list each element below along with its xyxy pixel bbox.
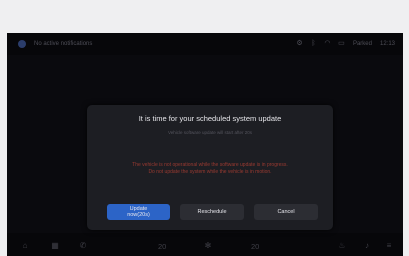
update-now-label-line-2: now(20s): [127, 212, 150, 218]
warning-line-2: Do not update the system while the vehic…: [148, 169, 272, 175]
warning-line-1: The vehicle is not operational while the…: [132, 162, 288, 168]
dialog-warning: The vehicle is not operational while the…: [87, 162, 333, 176]
wifi-icon[interactable]: ◠: [324, 40, 331, 47]
vehicle-display: No active notifications ⚙ ᛒ ◠ ▭ Parked 1…: [7, 33, 403, 256]
cancel-button[interactable]: Cancel: [254, 204, 318, 220]
update-dialog: It is time for your scheduled system upd…: [87, 105, 333, 230]
fan-icon[interactable]: ✻: [204, 242, 212, 250]
phone-icon[interactable]: ✆: [79, 242, 87, 250]
dialog-title: It is time for your scheduled system upd…: [138, 114, 282, 123]
status-bar: No active notifications ⚙ ᛒ ◠ ▭ Parked 1…: [7, 33, 403, 55]
update-now-button[interactable]: Update now(20s): [107, 204, 170, 220]
home-icon[interactable]: ⌂: [21, 242, 29, 250]
driver-temperature[interactable]: 20: [158, 242, 166, 251]
bottom-dock: ⌂ ▦ ✆ 20 ✻ 20 ♨ ♪ ≡: [7, 237, 403, 256]
volume-icon[interactable]: ♪: [363, 242, 371, 250]
status-icons: ⚙ ᛒ ◠ ▭: [296, 40, 345, 47]
modal-backdrop: It is time for your scheduled system upd…: [7, 55, 403, 233]
dialog-subtitle: Vehicle software update will start after…: [167, 130, 253, 135]
bluetooth-icon[interactable]: ᛒ: [310, 40, 317, 47]
settings-icon[interactable]: ⚙: [296, 40, 303, 47]
clock: 12:13: [379, 41, 395, 47]
apps-icon[interactable]: ▦: [51, 242, 59, 250]
drive-state-label: Parked: [352, 41, 372, 47]
user-avatar-icon[interactable]: [18, 40, 26, 48]
passenger-temperature[interactable]: 20: [251, 242, 259, 251]
reschedule-button[interactable]: Reschedule: [180, 204, 244, 220]
battery-icon: ▭: [338, 40, 345, 47]
menu-icon[interactable]: ≡: [385, 242, 393, 250]
status-message: No active notifications: [34, 41, 93, 47]
seat-heat-icon[interactable]: ♨: [338, 242, 346, 250]
